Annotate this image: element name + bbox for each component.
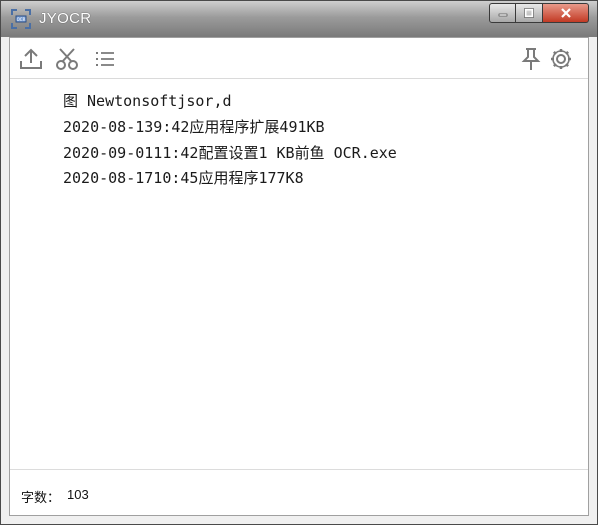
- text-line: 2020-08-139:42应用程序扩展491KB: [63, 118, 325, 136]
- text-line: 2020-09-0111:42配置设置1 KB前鱼 OCR.exe: [63, 144, 397, 162]
- app-window: OCR JYOCR 图 Newtonsoftjsor,d 2020-08-139…: [0, 0, 598, 525]
- pin-icon: [521, 48, 541, 70]
- gear-icon: [551, 49, 571, 69]
- upload-button[interactable]: [18, 47, 44, 71]
- close-icon: [560, 8, 571, 18]
- pin-button[interactable]: [518, 47, 544, 71]
- char-count-value: 103: [67, 487, 89, 502]
- svg-text:OCR: OCR: [17, 17, 26, 22]
- upload-icon: [20, 48, 42, 69]
- minimize-button[interactable]: [489, 3, 516, 23]
- cut-button[interactable]: [54, 47, 80, 71]
- client-area: 图 Newtonsoftjsor,d 2020-08-139:42应用程序扩展4…: [9, 37, 589, 516]
- list-button[interactable]: [92, 47, 118, 71]
- ocr-text-area[interactable]: 图 Newtonsoftjsor,d 2020-08-139:42应用程序扩展4…: [10, 79, 588, 469]
- text-line: 图 Newtonsoftjsor,d: [63, 92, 232, 110]
- text-line: 2020-08-1710:45应用程序177K8: [63, 169, 304, 187]
- window-title: JYOCR: [39, 10, 92, 27]
- maximize-icon: [524, 8, 534, 18]
- minimize-icon: [498, 13, 507, 17]
- maximize-button[interactable]: [516, 3, 543, 23]
- toolbar: [10, 38, 588, 79]
- scissors-icon: [56, 48, 78, 70]
- status-bar: 字数： 103: [10, 469, 588, 515]
- close-button[interactable]: [543, 3, 589, 23]
- title-bar[interactable]: OCR JYOCR: [1, 1, 597, 37]
- app-logo-icon: OCR: [10, 8, 32, 30]
- char-count-label: 字数：: [21, 490, 61, 505]
- window-controls: [489, 3, 589, 25]
- list-icon: [96, 52, 114, 66]
- settings-button[interactable]: [548, 47, 574, 71]
